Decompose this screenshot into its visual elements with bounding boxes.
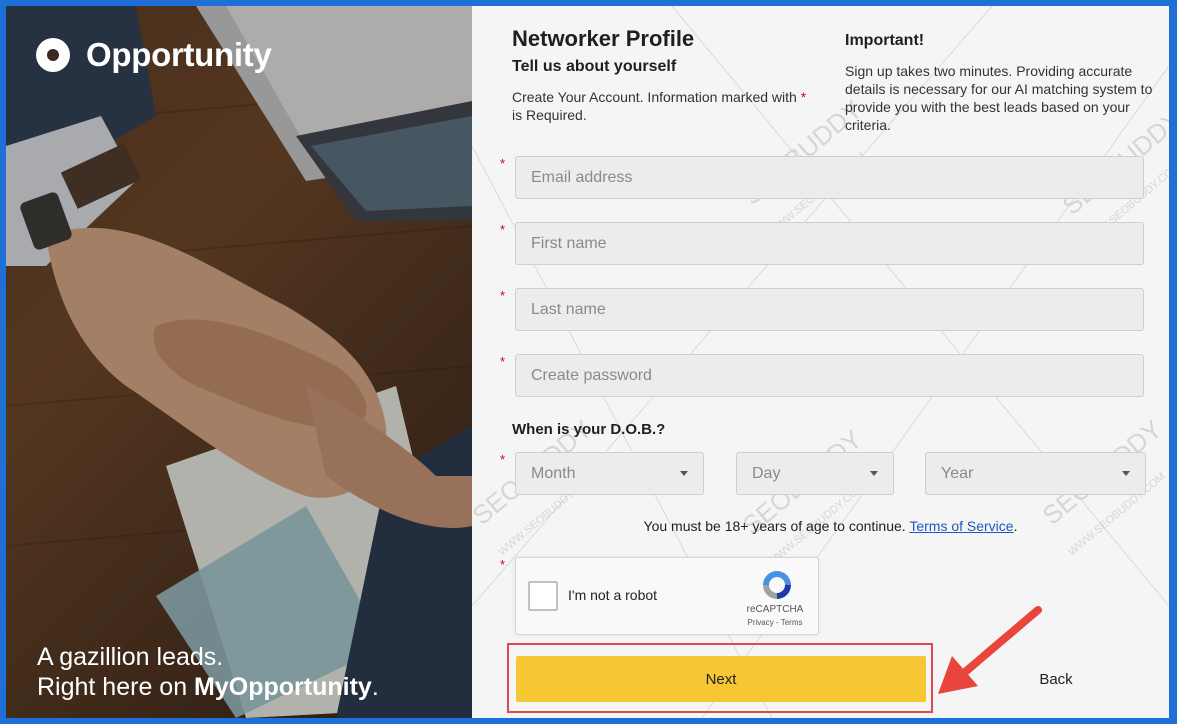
- required-asterisk: *: [500, 354, 506, 369]
- tagline-line-2: Right here on MyOpportunity.: [37, 672, 379, 702]
- terms-of-service-link[interactable]: Terms of Service: [909, 518, 1013, 534]
- recaptcha-logo-icon: [763, 571, 791, 599]
- next-button[interactable]: Next: [516, 656, 926, 702]
- dob-year-value: Year: [941, 464, 974, 482]
- age-notice-end: .: [1013, 518, 1018, 534]
- last-name-field[interactable]: [515, 288, 1144, 331]
- form-subtitle: Tell us about yourself: [512, 58, 677, 75]
- tagline-prefix: Right here on: [37, 673, 195, 701]
- chevron-down-icon: [680, 471, 688, 476]
- tagline-suffix: .: [371, 673, 379, 701]
- required-asterisk: *: [500, 288, 506, 303]
- app-frame: Opportunity A gazillion leads. Right her…: [6, 6, 1169, 718]
- recaptcha-label: I'm not a robot: [568, 587, 658, 603]
- dob-year-select[interactable]: Year: [925, 452, 1146, 495]
- required-asterisk: *: [500, 557, 506, 572]
- required-asterisk: *: [500, 222, 506, 237]
- brand-name: Opportunity: [86, 36, 272, 73]
- tagline-line-1: A gazillion leads.: [37, 643, 224, 671]
- form-intro: Create Your Account. Information marked …: [512, 88, 812, 124]
- logo-mark-icon: [36, 38, 70, 72]
- recaptcha-brand: reCAPTCHA: [746, 604, 804, 615]
- hero-panel: Opportunity A gazillion leads. Right her…: [6, 6, 472, 718]
- dob-month-select[interactable]: Month: [515, 452, 704, 495]
- chevron-down-icon: [1122, 471, 1130, 476]
- brand-logo[interactable]: Opportunity: [36, 36, 272, 74]
- age-notice: You must be 18+ years of age to continue…: [472, 518, 1169, 534]
- hero-handshake-image: [6, 6, 472, 718]
- age-notice-text: You must be 18+ years of age to continue…: [643, 518, 910, 534]
- recaptcha-privacy-terms[interactable]: Privacy - Terms: [740, 618, 810, 627]
- back-button[interactable]: Back: [1020, 656, 1092, 702]
- dob-label: When is your D.O.B.?: [512, 421, 666, 438]
- intro-text: Create Your Account. Information marked …: [512, 89, 801, 105]
- password-field[interactable]: [515, 354, 1144, 397]
- required-asterisk: *: [500, 156, 506, 171]
- page-title: Networker Profile: [512, 26, 695, 51]
- intro-text-end: is Required.: [512, 107, 587, 123]
- chevron-down-icon: [870, 471, 878, 476]
- email-field[interactable]: [515, 156, 1144, 199]
- important-title: Important!: [845, 32, 925, 49]
- dob-day-value: Day: [752, 464, 781, 482]
- required-marker: *: [800, 89, 807, 105]
- first-name-field[interactable]: [515, 222, 1144, 265]
- required-asterisk: *: [500, 452, 506, 467]
- hero-tagline: A gazillion leads. Right here on MyOppor…: [37, 642, 379, 702]
- tagline-brand: MyOpportunity: [194, 673, 372, 701]
- dob-day-select[interactable]: Day: [736, 452, 894, 495]
- signup-panel: SEOBUDDY WWW.SEOBUDDY.COM SEOBUDDY WWW.S…: [472, 6, 1169, 718]
- recaptcha-widget: I'm not a robot reCAPTCHA Privacy - Term…: [515, 557, 819, 635]
- dob-month-value: Month: [531, 464, 576, 482]
- recaptcha-checkbox[interactable]: [528, 581, 558, 611]
- important-text: Sign up takes two minutes. Providing acc…: [845, 63, 1153, 133]
